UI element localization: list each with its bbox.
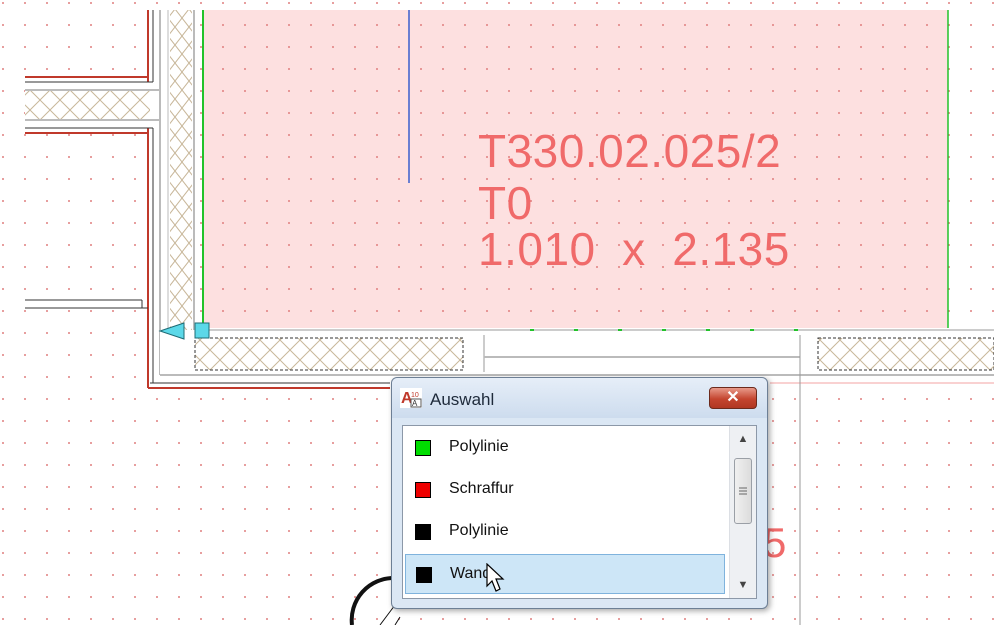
list-item-wand[interactable]: Wand [405,554,725,594]
dialog-title: Auswahl [430,390,495,409]
red-swatch-icon [415,482,431,498]
list-item-label: Schraffur [449,480,514,497]
room-type-label: T0 [478,177,533,229]
vertical-scrollbar[interactable]: ▲ ▼ [729,426,756,598]
bottom-wall-hatch-right [817,337,994,371]
room-dimensions-label: 1.010 x 2.135 [478,223,790,275]
svg-text:A: A [412,399,418,408]
list-item-schraffur[interactable]: Schraffur [405,470,725,510]
list-item-polylinie-green[interactable]: Polylinie [405,428,725,468]
horizontal-wall-hatch [25,90,150,120]
scroll-down-icon: ▼ [737,579,749,591]
black-swatch-icon [415,524,431,540]
room-id-label: T330.02.025/2 [478,125,782,177]
close-button[interactable]: ✕ [709,387,757,409]
green-swatch-icon [415,440,431,456]
close-icon: ✕ [726,389,740,406]
square-grip-icon[interactable] [194,322,210,339]
scroll-up-button[interactable]: ▲ [730,426,756,452]
mouse-pointer-icon [486,563,505,592]
list-item-label: Polylinie [449,438,509,455]
scroll-down-button[interactable]: ▼ [730,572,756,598]
scroll-thumb[interactable] [734,458,752,524]
svg-text:10: 10 [411,392,419,399]
list-item-label: Polylinie [449,522,509,539]
selection-list[interactable]: Polylinie Schraffur Polylinie Wand ▲ ▼ [402,425,757,599]
grip-lines-icon [739,487,747,495]
scroll-up-icon: ▲ [737,433,749,445]
bottom-wall-hatch-left [194,337,464,371]
black-swatch-icon [416,567,432,583]
a10-app-icon: A 10 A [400,388,422,408]
selection-dialog[interactable]: A 10 A Auswahl ✕ Polylinie Schraffur Pol… [391,377,768,609]
list-item-polylinie-black[interactable]: Polylinie [405,512,725,552]
vertical-wall-hatch [170,10,192,332]
dialog-titlebar[interactable]: A 10 A Auswahl ✕ [392,378,767,418]
